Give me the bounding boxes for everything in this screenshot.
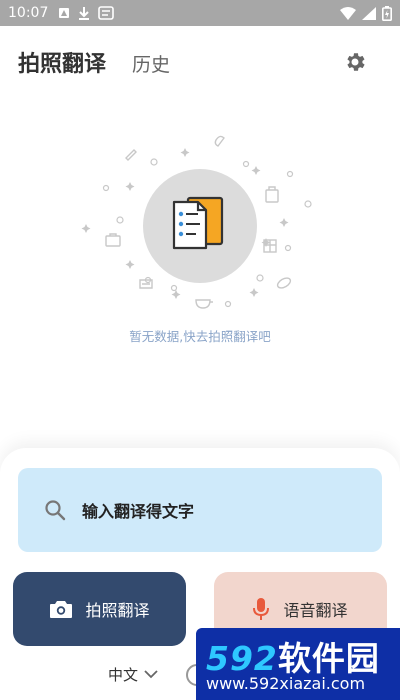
- input-placeholder: 输入翻译得文字: [82, 502, 195, 521]
- watermark-logo: 592软件园: [206, 632, 380, 680]
- site-watermark: 592软件园 www.592xiazai.com: [196, 628, 400, 700]
- tab-history[interactable]: 历史: [132, 50, 170, 77]
- translate-input[interactable]: 输入翻译得文字: [18, 468, 382, 552]
- watermark-url: www.592xiazai.com: [206, 674, 366, 693]
- page-title: 拍照翻译: [18, 52, 107, 77]
- chevron-down-icon: [144, 670, 158, 679]
- watermark-number: 592: [206, 639, 278, 678]
- empty-state-message: 暂无数据,快去拍照翻译吧: [129, 329, 271, 344]
- gear-icon[interactable]: [343, 50, 367, 74]
- wifi-icon: [340, 6, 356, 20]
- signal-icon: [362, 6, 376, 20]
- photo-translate-button[interactable]: 拍照翻译: [13, 572, 186, 646]
- status-notification-icons: [58, 6, 115, 20]
- photo-translate-label: 拍照翻译: [85, 601, 150, 620]
- source-language-label: 中文: [108, 666, 139, 684]
- voice-translate-label: 语音翻译: [283, 601, 348, 620]
- document-icon: [172, 196, 224, 250]
- status-system-icons: [340, 5, 392, 21]
- app-notification-icon: [98, 6, 115, 20]
- microphone-icon: [253, 598, 270, 620]
- watermark-name: 软件园: [277, 639, 380, 678]
- status-bar: 10:07: [0, 0, 400, 26]
- notification-icon: [59, 8, 70, 18]
- camera-icon: [50, 601, 73, 618]
- search-icon: [45, 500, 66, 521]
- battery-icon: [382, 5, 392, 21]
- source-language-select[interactable]: 中文: [108, 664, 158, 685]
- empty-state-illustration: [81, 135, 312, 309]
- download-icon: [79, 7, 90, 20]
- status-time: 10:07: [8, 5, 49, 21]
- app-header: 拍照翻译 历史: [0, 40, 400, 84]
